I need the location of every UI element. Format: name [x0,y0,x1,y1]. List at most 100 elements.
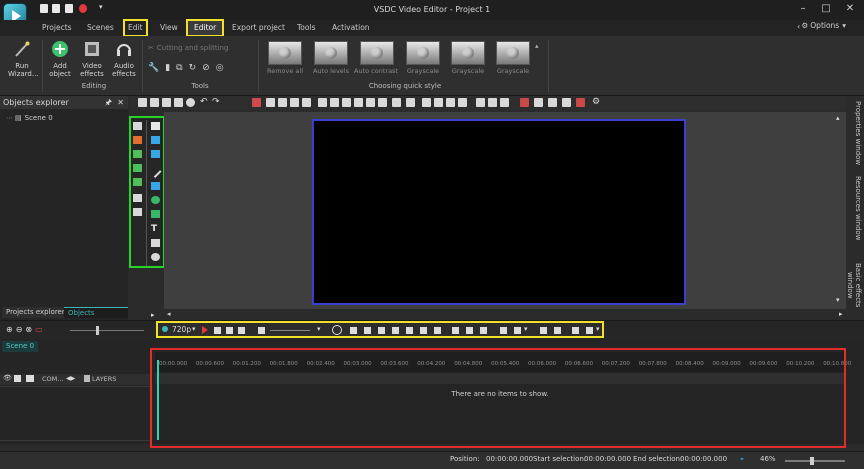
wrench-icon[interactable]: 🔧 [148,63,159,73]
text-icon[interactable]: T [151,225,160,234]
quick-style-grayscale[interactable] [451,41,485,65]
fit-timeline-icon[interactable]: ⊗ [25,325,32,334]
fit-icon[interactable] [406,98,415,107]
rotate-icon[interactable]: ↻ [189,63,197,73]
zoom-in-icon[interactable]: ⊕ [6,325,13,334]
cut-range-icon[interactable] [480,327,487,334]
quick-style-auto-contrast[interactable] [360,41,394,65]
scroll-right-icon[interactable]: ▸ [839,310,843,318]
snap-icon[interactable] [520,98,529,107]
align-top-icon[interactable] [302,98,311,107]
timeline-zoom-thumb[interactable] [96,326,99,335]
scene-tree-node[interactable]: ⋯ ▤ Scene 0 [6,114,53,122]
cut-toolbar-icon[interactable] [138,98,147,107]
distribute-v-icon[interactable] [354,98,363,107]
lock-icon[interactable] [500,98,509,107]
menu-scenes[interactable]: Scenes [83,20,118,36]
zoom-fit-icon[interactable]: ⌖ [740,455,744,464]
stop-icon[interactable] [392,327,399,334]
rectangle-icon[interactable] [151,182,160,190]
subtitle-icon[interactable] [151,136,160,144]
paste-icon[interactable] [162,98,171,107]
undo-icon[interactable]: ↶ [200,98,209,107]
quick-style-grayscale[interactable] [496,41,530,65]
chevron-down-icon[interactable]: ▾ [317,325,321,333]
expand-palette-icon[interactable]: ▸ [151,311,155,319]
same-height-icon[interactable] [378,98,387,107]
redo-icon[interactable]: ↷ [212,98,221,107]
audio-levels-icon[interactable] [133,194,142,202]
rewind-icon[interactable] [364,327,371,334]
align-right-icon[interactable] [290,98,299,107]
maximize-icon[interactable]: □ [815,2,837,16]
menu-edit[interactable]: Edit [123,19,148,37]
video-effects-button[interactable]: Video effects [77,40,107,78]
skip-start-icon[interactable] [214,327,221,334]
quick-access-dropdown-icon[interactable]: ▾ [99,3,103,11]
mark-in-icon[interactable] [500,327,507,334]
audio-wave-icon[interactable] [572,327,579,334]
play-icon[interactable] [406,327,413,334]
tab-scene-0[interactable]: Scene 0 [2,341,39,352]
minimize-icon[interactable]: – [792,2,814,16]
show-grid-icon[interactable] [534,98,543,107]
go-to-end-icon[interactable] [434,327,441,334]
menu-export-project[interactable]: Export project [228,20,289,36]
menu-tools[interactable]: Tools [293,20,319,36]
volume-slider[interactable] [270,330,310,331]
cutting-splitting-button[interactable]: ✂ Cutting and splitting [148,44,228,52]
chevron-down-icon[interactable]: ▾ [524,325,528,333]
collapse-ribbon-icon[interactable]: ‹ [797,22,800,31]
copy-icon[interactable] [150,98,159,107]
snap-timeline-icon[interactable] [586,327,593,334]
scroll-left-icon[interactable]: ◂ [167,310,171,318]
run-wizard-button[interactable]: Run Wizard... [4,40,40,78]
mark-out-icon[interactable] [514,327,521,334]
chat-bubble-icon[interactable] [151,253,160,261]
markers-icon[interactable] [466,327,473,334]
close-icon[interactable]: ✕ [839,2,861,16]
pin-icon[interactable]: 🖈 [105,96,112,109]
group-icon[interactable] [476,98,485,107]
chart-icon[interactable] [133,122,142,130]
tab-projects-explorer[interactable]: Projects explorer [2,307,69,318]
quick-style-remove-all[interactable] [268,41,302,65]
audio-effects-button[interactable]: Audio effects [109,40,139,78]
menu-activation[interactable]: Activation [328,20,374,36]
options-button[interactable]: ⚙ Options ▾ [802,21,846,30]
move-up-icon[interactable] [422,98,431,107]
delete-icon[interactable] [174,98,183,107]
record-icon[interactable] [79,4,87,13]
pointer-icon[interactable] [151,122,160,130]
snapshot-icon[interactable]: ▭ [35,325,43,334]
speech-icon[interactable] [151,150,160,158]
guides-icon[interactable] [548,98,557,107]
chevron-down-icon[interactable]: ▾ [192,325,196,333]
lock-track-icon[interactable] [14,375,21,382]
play-red-icon[interactable] [202,326,208,334]
video-preview-frame[interactable] [312,119,686,305]
film-strip-icon[interactable] [151,239,160,247]
chevron-down-icon[interactable]: ▾ [596,325,600,333]
select-end-icon[interactable] [554,327,561,334]
menu-view[interactable]: View [156,20,182,36]
preview-eye-icon[interactable] [162,326,168,332]
save-icon[interactable] [52,4,60,13]
move-down-icon[interactable] [434,98,443,107]
horizontal-scrollbar[interactable] [164,309,848,319]
move-cross-icon[interactable] [133,208,142,216]
volume-icon[interactable] [258,327,265,334]
align-middle-icon[interactable] [318,98,327,107]
select-start-icon[interactable] [540,327,547,334]
step-forward-icon[interactable] [420,327,427,334]
close-panel-icon[interactable]: ✕ [117,96,124,109]
speed-icon[interactable]: ⊘ [202,63,210,73]
same-width-icon[interactable] [366,98,375,107]
quick-style-grayscale[interactable] [406,41,440,65]
image-icon[interactable] [133,150,142,158]
line-icon[interactable] [149,165,162,179]
record-circle-icon[interactable] [186,98,195,107]
go-to-start-icon[interactable] [350,327,357,334]
zoom-slider-thumb[interactable] [810,457,814,465]
same-size-icon[interactable] [392,98,401,107]
